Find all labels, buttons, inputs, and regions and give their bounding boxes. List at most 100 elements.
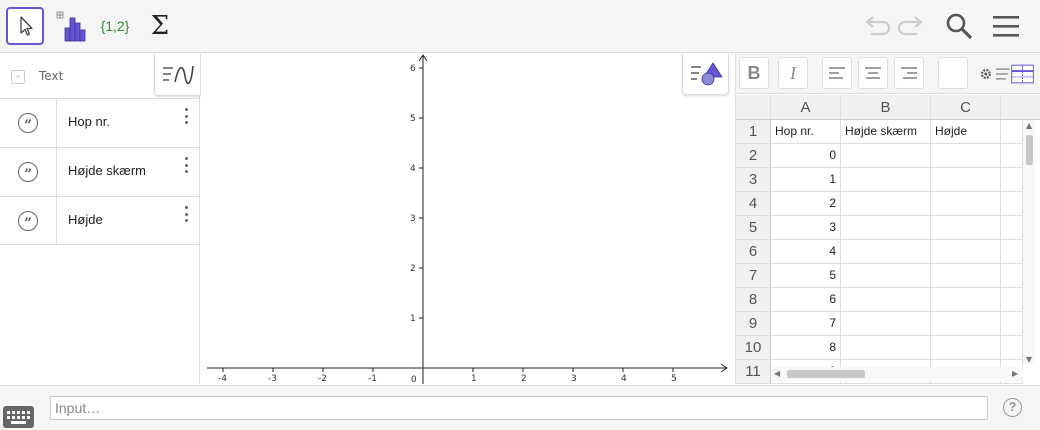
input-field[interactable]: Input…: [50, 396, 988, 420]
help-icon[interactable]: ?: [1003, 398, 1022, 417]
statistics-tool-button[interactable]: [51, 7, 89, 45]
row-header[interactable]: 5: [736, 216, 771, 240]
spreadsheet-cell[interactable]: Højde: [931, 120, 1001, 144]
spreadsheet-cell[interactable]: [1001, 288, 1023, 312]
algebra-item[interactable]: ” Højde skærm: [0, 147, 200, 196]
spreadsheet-cell[interactable]: [931, 240, 1001, 264]
align-right-button[interactable]: [894, 57, 924, 89]
row-header[interactable]: 9: [736, 312, 771, 336]
main-menu-button[interactable]: [987, 7, 1025, 45]
horizontal-scroll-thumb[interactable]: [787, 370, 865, 378]
row-header[interactable]: 2: [736, 144, 771, 168]
algebra-item[interactable]: ” Hop nr.: [0, 98, 200, 147]
row-header[interactable]: 4: [736, 192, 771, 216]
spreadsheet-cell[interactable]: [1001, 264, 1023, 288]
search-button[interactable]: [940, 7, 978, 45]
spreadsheet-cell[interactable]: 6: [771, 288, 841, 312]
spreadsheet-cell[interactable]: [931, 288, 1001, 312]
algebra-item-icon-cell[interactable]: ”: [0, 197, 57, 245]
align-left-icon: [829, 67, 845, 79]
spreadsheet-cell[interactable]: [841, 336, 931, 360]
spreadsheet-cell[interactable]: [931, 192, 1001, 216]
list-tool-button[interactable]: {1,2}: [96, 7, 134, 45]
vertical-scroll-thumb[interactable]: [1026, 135, 1033, 165]
row-header[interactable]: 11: [736, 360, 771, 384]
corner-header[interactable]: [736, 95, 771, 120]
align-center-icon: [865, 67, 881, 79]
move-arrow-icon: [20, 16, 33, 36]
spreadsheet-cell[interactable]: [1001, 240, 1023, 264]
background-color-button[interactable]: [938, 57, 968, 89]
spreadsheet-cell[interactable]: [841, 168, 931, 192]
spreadsheet-cell[interactable]: [1001, 216, 1023, 240]
scroll-down-icon[interactable]: ▼: [1026, 356, 1032, 364]
spreadsheet-cell[interactable]: [841, 192, 931, 216]
more-options-icon[interactable]: [181, 204, 191, 224]
spreadsheet-cell[interactable]: [1001, 120, 1023, 144]
spreadsheet-cell[interactable]: [841, 240, 931, 264]
spreadsheet-cell[interactable]: Højde skærm: [841, 120, 931, 144]
align-center-button[interactable]: [858, 57, 888, 89]
spreadsheet-cell[interactable]: [931, 168, 1001, 192]
spreadsheet-cell[interactable]: [1001, 168, 1023, 192]
column-header[interactable]: C: [931, 95, 1001, 120]
spreadsheet-cell[interactable]: [931, 312, 1001, 336]
more-options-icon[interactable]: [181, 106, 191, 126]
align-left-button[interactable]: [822, 57, 852, 89]
spreadsheet-cell[interactable]: 1: [771, 168, 841, 192]
collapse-icon[interactable]: –: [11, 70, 25, 84]
graphics-view[interactable]: -4 -3 -2 -1 0 1 2 3 4 5 1 2 3 4 5 6: [201, 54, 734, 384]
spreadsheet-cell[interactable]: Hop nr.: [771, 120, 841, 144]
redo-button[interactable]: [893, 7, 931, 45]
algebra-style-button[interactable]: [154, 54, 201, 96]
row-header[interactable]: 7: [736, 264, 771, 288]
spreadsheet-cell[interactable]: [931, 216, 1001, 240]
x-tick-label: 5: [671, 374, 677, 384]
spreadsheet-cell[interactable]: [931, 264, 1001, 288]
column-header[interactable]: A: [771, 95, 841, 120]
spreadsheet-style-button[interactable]: [979, 62, 1035, 86]
keyboard-icon[interactable]: [3, 406, 34, 428]
scroll-left-icon[interactable]: ◀: [774, 370, 780, 378]
bold-button[interactable]: B: [739, 57, 769, 89]
spreadsheet-cell[interactable]: [931, 336, 1001, 360]
undo-button[interactable]: [857, 7, 895, 45]
algebra-item-icon-cell[interactable]: ”: [0, 148, 57, 196]
horizontal-scrollbar[interactable]: ◀ ▶: [771, 367, 1023, 381]
column-header[interactable]: B: [841, 95, 931, 120]
spreadsheet-cell[interactable]: [841, 216, 931, 240]
row-header[interactable]: 6: [736, 240, 771, 264]
spreadsheet-cell[interactable]: [1001, 336, 1023, 360]
spreadsheet-cell[interactable]: 3: [771, 216, 841, 240]
spreadsheet-cell[interactable]: [841, 312, 931, 336]
row-header[interactable]: 10: [736, 336, 771, 360]
row-header[interactable]: 1: [736, 120, 771, 144]
row-header[interactable]: 3: [736, 168, 771, 192]
spreadsheet-cell[interactable]: 2: [771, 192, 841, 216]
spreadsheet-cell[interactable]: [1001, 144, 1023, 168]
x-tick-label: -1: [368, 374, 377, 384]
column-header[interactable]: [1001, 95, 1040, 120]
italic-button[interactable]: I: [778, 57, 808, 89]
spreadsheet-cell[interactable]: [931, 144, 1001, 168]
spreadsheet-cell[interactable]: 0: [771, 144, 841, 168]
spreadsheet-cell[interactable]: 8: [771, 336, 841, 360]
scroll-right-icon[interactable]: ▶: [1012, 370, 1018, 378]
spreadsheet-cell[interactable]: [841, 288, 931, 312]
scroll-up-icon[interactable]: ▲: [1026, 122, 1032, 130]
algebra-item-icon-cell[interactable]: ”: [0, 99, 57, 147]
graphics-style-button[interactable]: [682, 54, 729, 95]
more-options-icon[interactable]: [181, 155, 191, 175]
spreadsheet-cell[interactable]: [1001, 312, 1023, 336]
spreadsheet-cell[interactable]: 5: [771, 264, 841, 288]
spreadsheet-cell[interactable]: 7: [771, 312, 841, 336]
spreadsheet-cell[interactable]: 4: [771, 240, 841, 264]
vertical-scrollbar[interactable]: ▲ ▼: [1023, 120, 1035, 365]
spreadsheet-cell[interactable]: [841, 144, 931, 168]
move-tool-button[interactable]: [6, 7, 44, 45]
spreadsheet-cell[interactable]: [1001, 192, 1023, 216]
row-header[interactable]: 8: [736, 288, 771, 312]
algebra-item[interactable]: ” Højde: [0, 196, 200, 245]
spreadsheet-cell[interactable]: [841, 264, 931, 288]
sum-tool-button[interactable]: Σ: [141, 7, 179, 45]
